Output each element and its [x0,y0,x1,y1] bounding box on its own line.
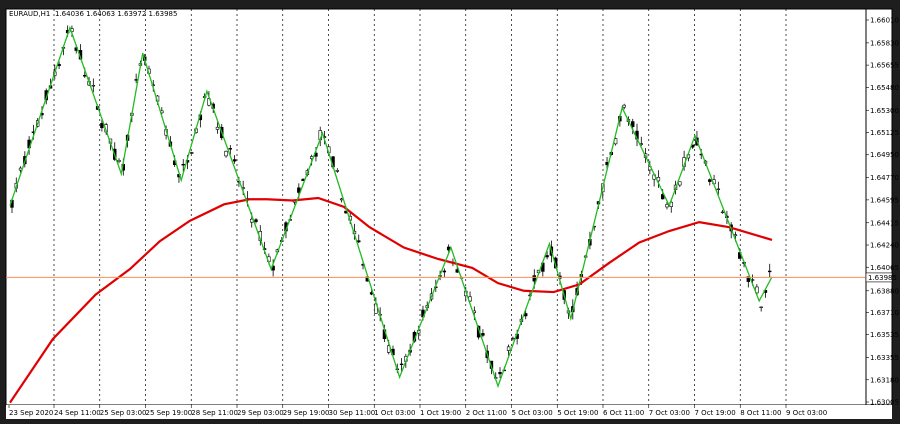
candle-body [399,363,404,366]
candle-body [631,121,635,127]
time-tick-label: 1 Oct 03:00 [374,409,415,417]
candle-body [232,159,237,162]
candle-body [442,270,447,273]
price-chart[interactable]: 1.66010 1.65830 1.65655 1.65480 1.65300 1.651… [0,0,900,424]
candle-body [511,337,515,340]
time-tick-label: 5 Oct 19:00 [557,409,598,417]
candle-body [665,204,669,208]
candle-body [678,181,682,186]
time-tick-label: 29 Sep 03:00 [237,409,284,417]
time-tick-label: 28 Sep 11:00 [191,409,238,417]
candle-body [83,75,87,77]
time-tick-label: 5 Oct 03:00 [512,409,553,417]
candle-body [545,255,549,258]
price-tick-label: 1.64415 [870,219,899,227]
price-tick-label: 1.63880 [870,287,899,295]
price-tick-label: 1.64240 [870,242,899,250]
candle-body [708,179,712,182]
price-tick-label: 1.66010 [870,17,899,25]
candle-body [224,150,228,157]
candle-body [481,333,485,336]
candle-body [357,240,361,243]
candle-body [768,270,772,273]
ohlc-values: 1.64036 1.64063 1.63972 1.63985 [55,10,177,18]
candle-body [339,198,344,201]
time-tick-label: 7 Oct 03:00 [649,409,690,417]
price-tick-label: 1.64065 [870,264,899,272]
candle-body [117,159,121,162]
symbol-label: EURAUD,H1 [9,10,50,18]
candle-body [190,152,194,154]
candle-body [506,346,511,351]
price-tick-label: 1.65125 [870,129,899,137]
candle-body [100,123,104,129]
time-tick-label: 24 Sep 11:00 [54,409,101,417]
candle-body [498,372,502,375]
candle-body [134,79,138,81]
time-tick-label: 7 Oct 19:00 [695,409,736,417]
candle-body [622,104,626,108]
price-tick-label: 1.63355 [870,354,899,362]
candle-body [716,188,721,191]
price-tag: 1.63985 [868,274,897,282]
time-tick-label: 30 Sep 11:00 [329,409,376,417]
time-tick-label: 9 Oct 03:00 [786,409,827,417]
time-tick-label: 1 Oct 19:00 [420,409,461,417]
price-tick-label: 1.65830 [870,39,899,47]
price-tick-label: 1.64595 [870,196,899,204]
price-tick-label: 1.65300 [870,107,899,115]
time-tick-label: 29 Sep 19:00 [283,409,330,417]
chart-window: 1.66010 1.65830 1.65655 1.65480 1.65300 1.651… [0,0,900,424]
candle-body [181,163,185,166]
candle-body [335,170,340,172]
price-tick-label: 1.64950 [870,151,899,159]
plot-background [5,8,867,406]
price-tick-label: 1.65480 [870,84,899,92]
price-tick-label: 1.63535 [870,331,899,339]
time-tick-label: 2 Oct 11:00 [466,409,507,417]
time-tick-label: 8 Oct 11:00 [740,409,781,417]
time-tick-label: 25 Sep 19:00 [146,409,193,417]
price-tick-label: 1.63180 [870,376,899,384]
candle-body [228,148,233,150]
candle-body [91,85,96,87]
candle-body [733,234,738,237]
price-tick-label: 1.64770 [870,174,899,182]
candle-body [759,306,763,308]
candle-body [254,219,258,222]
price-tick-label: 1.63005 [870,399,899,407]
time-tick-label: 23 Sep 2020 [9,409,53,417]
price-tick-label: 1.63710 [870,309,899,317]
candle-body [720,211,725,214]
candle-body [215,126,220,130]
time-tick-label: 25 Sep 03:00 [100,409,147,417]
time-tick-label: 6 Oct 11:00 [603,409,644,417]
price-tick-label: 1.65655 [870,62,899,70]
candle-body [532,275,536,282]
